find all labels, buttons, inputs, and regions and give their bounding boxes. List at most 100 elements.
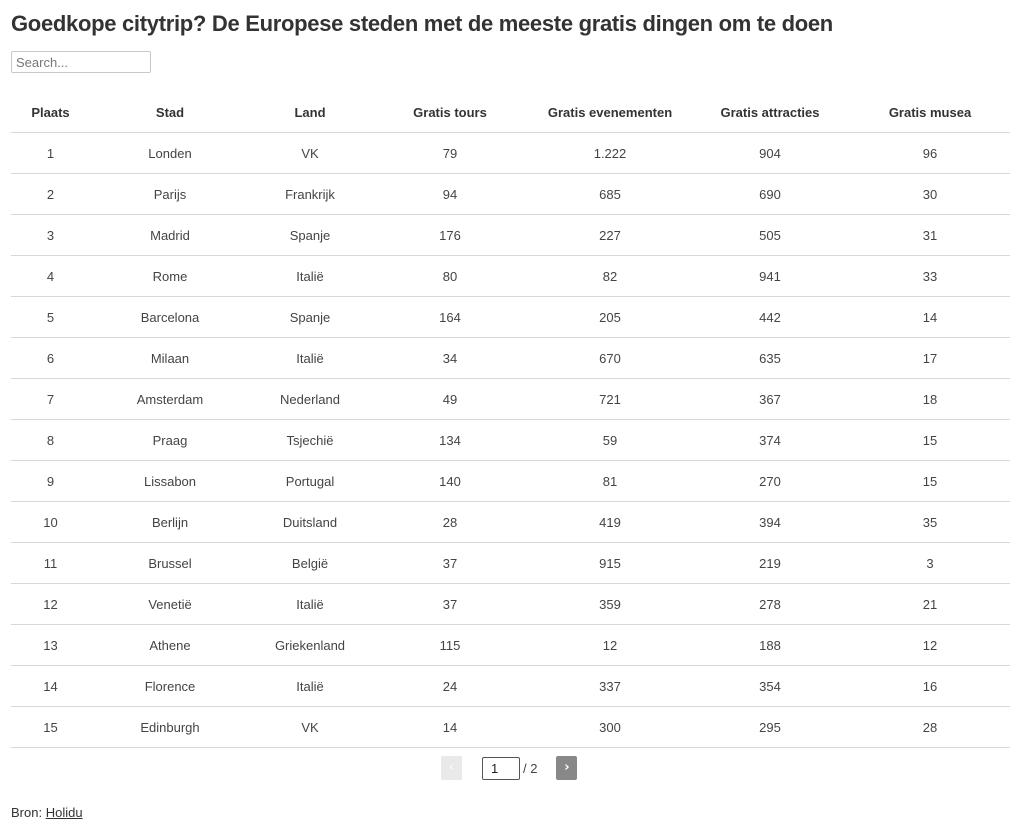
next-page-button[interactable]: › <box>556 756 578 780</box>
cell-gratis-attracties: 442 <box>690 296 850 338</box>
cell-gratis-attracties: 394 <box>690 501 850 543</box>
page-number-input[interactable] <box>482 756 520 780</box>
cell-gratis-attracties: 188 <box>690 624 850 666</box>
cell-gratis-tours: 37 <box>370 583 530 625</box>
cell-land: Griekenland <box>250 624 370 666</box>
cell-land: Italië <box>250 583 370 625</box>
cell-gratis-musea: 35 <box>850 501 1010 543</box>
table-row: 4 Rome Italië 80 82 941 33 <box>11 255 1010 297</box>
table-row: 6 Milaan Italië 34 670 635 17 <box>11 337 1010 379</box>
cell-plaats: 15 <box>11 706 90 748</box>
cell-land: Italië <box>250 337 370 379</box>
cell-gratis-evenementen: 227 <box>530 214 690 256</box>
cell-plaats: 4 <box>11 255 90 297</box>
cell-stad: Athene <box>90 624 250 666</box>
cell-gratis-musea: 12 <box>850 624 1010 666</box>
cell-plaats: 9 <box>11 460 90 502</box>
cell-land: Spanje <box>250 296 370 338</box>
table-row: 14 Florence Italië 24 337 354 16 <box>11 665 1010 707</box>
cell-gratis-attracties: 635 <box>690 337 850 379</box>
cell-plaats: 1 <box>11 132 90 174</box>
cell-gratis-evenementen: 1.222 <box>530 132 690 174</box>
previous-page-button[interactable]: ‹ <box>441 756 462 780</box>
cell-gratis-evenementen: 12 <box>530 624 690 666</box>
cell-gratis-evenementen: 359 <box>530 583 690 625</box>
search-input[interactable] <box>11 51 151 73</box>
cell-gratis-attracties: 278 <box>690 583 850 625</box>
column-header-land[interactable]: Land <box>250 92 370 133</box>
cell-stad: Florence <box>90 665 250 707</box>
cell-gratis-tours: 28 <box>370 501 530 543</box>
cell-gratis-musea: 33 <box>850 255 1010 297</box>
cell-gratis-evenementen: 915 <box>530 542 690 584</box>
column-header-gratis-attracties[interactable]: Gratis attracties <box>690 92 850 133</box>
cell-gratis-musea: 31 <box>850 214 1010 256</box>
cell-gratis-tours: 80 <box>370 255 530 297</box>
cell-land: Italië <box>250 665 370 707</box>
table-row: 12 Venetië Italië 37 359 278 21 <box>11 583 1010 625</box>
cell-gratis-attracties: 505 <box>690 214 850 256</box>
table-row: 5 Barcelona Spanje 164 205 442 14 <box>11 296 1010 338</box>
source-label: Bron: <box>11 805 43 820</box>
cell-land: België <box>250 542 370 584</box>
cell-gratis-tours: 94 <box>370 173 530 215</box>
cell-gratis-evenementen: 205 <box>530 296 690 338</box>
column-header-gratis-evenementen[interactable]: Gratis evenementen <box>530 92 690 133</box>
column-header-gratis-tours[interactable]: Gratis tours <box>370 92 530 133</box>
cell-gratis-musea: 15 <box>850 419 1010 461</box>
column-header-stad[interactable]: Stad <box>90 92 250 133</box>
cell-gratis-musea: 15 <box>850 460 1010 502</box>
cell-stad: Madrid <box>90 214 250 256</box>
cell-gratis-evenementen: 670 <box>530 337 690 379</box>
cell-plaats: 6 <box>11 337 90 379</box>
column-header-gratis-musea[interactable]: Gratis musea <box>850 92 1010 133</box>
cell-gratis-musea: 96 <box>850 132 1010 174</box>
cell-gratis-attracties: 690 <box>690 173 850 215</box>
cell-gratis-tours: 24 <box>370 665 530 707</box>
cell-plaats: 12 <box>11 583 90 625</box>
cell-gratis-evenementen: 685 <box>530 173 690 215</box>
cell-plaats: 5 <box>11 296 90 338</box>
table-header-row: Plaats Stad Land Gratis tours Gratis eveneme… <box>11 92 1010 133</box>
cell-stad: Londen <box>90 132 250 174</box>
cell-land: Spanje <box>250 214 370 256</box>
cell-gratis-attracties: 295 <box>690 706 850 748</box>
cell-land: Portugal <box>250 460 370 502</box>
cell-plaats: 7 <box>11 378 90 420</box>
source-link[interactable]: Holidu <box>46 805 83 820</box>
cell-plaats: 3 <box>11 214 90 256</box>
cell-gratis-attracties: 367 <box>690 378 850 420</box>
cell-gratis-evenementen: 300 <box>530 706 690 748</box>
cell-gratis-musea: 17 <box>850 337 1010 379</box>
cell-gratis-musea: 28 <box>850 706 1010 748</box>
cell-gratis-evenementen: 81 <box>530 460 690 502</box>
data-table: Plaats Stad Land Gratis tours Gratis eveneme… <box>11 92 1010 748</box>
table-row: 8 Praag Tsjechië 134 59 374 15 <box>11 419 1010 461</box>
cell-stad: Praag <box>90 419 250 461</box>
cell-gratis-tours: 140 <box>370 460 530 502</box>
cell-land: Frankrijk <box>250 173 370 215</box>
cell-stad: Parijs <box>90 173 250 215</box>
cell-stad: Berlijn <box>90 501 250 543</box>
table-row: 10 Berlijn Duitsland 28 419 394 35 <box>11 501 1010 543</box>
cell-gratis-tours: 14 <box>370 706 530 748</box>
cell-stad: Milaan <box>90 337 250 379</box>
cell-stad: Lissabon <box>90 460 250 502</box>
cell-gratis-tours: 164 <box>370 296 530 338</box>
cell-plaats: 11 <box>11 542 90 584</box>
page-total: / 2 <box>523 760 538 776</box>
column-header-plaats[interactable]: Plaats <box>11 92 90 133</box>
table-row: 11 Brussel België 37 915 219 3 <box>11 542 1010 584</box>
table-row: 9 Lissabon Portugal 140 81 270 15 <box>11 460 1010 502</box>
cell-land: Tsjechië <box>250 419 370 461</box>
table-row: 13 Athene Griekenland 115 12 188 12 <box>11 624 1010 666</box>
cell-gratis-attracties: 374 <box>690 419 850 461</box>
cell-gratis-musea: 18 <box>850 378 1010 420</box>
cell-stad: Barcelona <box>90 296 250 338</box>
cell-gratis-musea: 30 <box>850 173 1010 215</box>
cell-gratis-musea: 16 <box>850 665 1010 707</box>
table-row: 15 Edinburgh VK 14 300 295 28 <box>11 706 1010 748</box>
pagination: ‹ / 2 › <box>441 756 578 780</box>
table-row: 2 Parijs Frankrijk 94 685 690 30 <box>11 173 1010 215</box>
cell-gratis-evenementen: 337 <box>530 665 690 707</box>
